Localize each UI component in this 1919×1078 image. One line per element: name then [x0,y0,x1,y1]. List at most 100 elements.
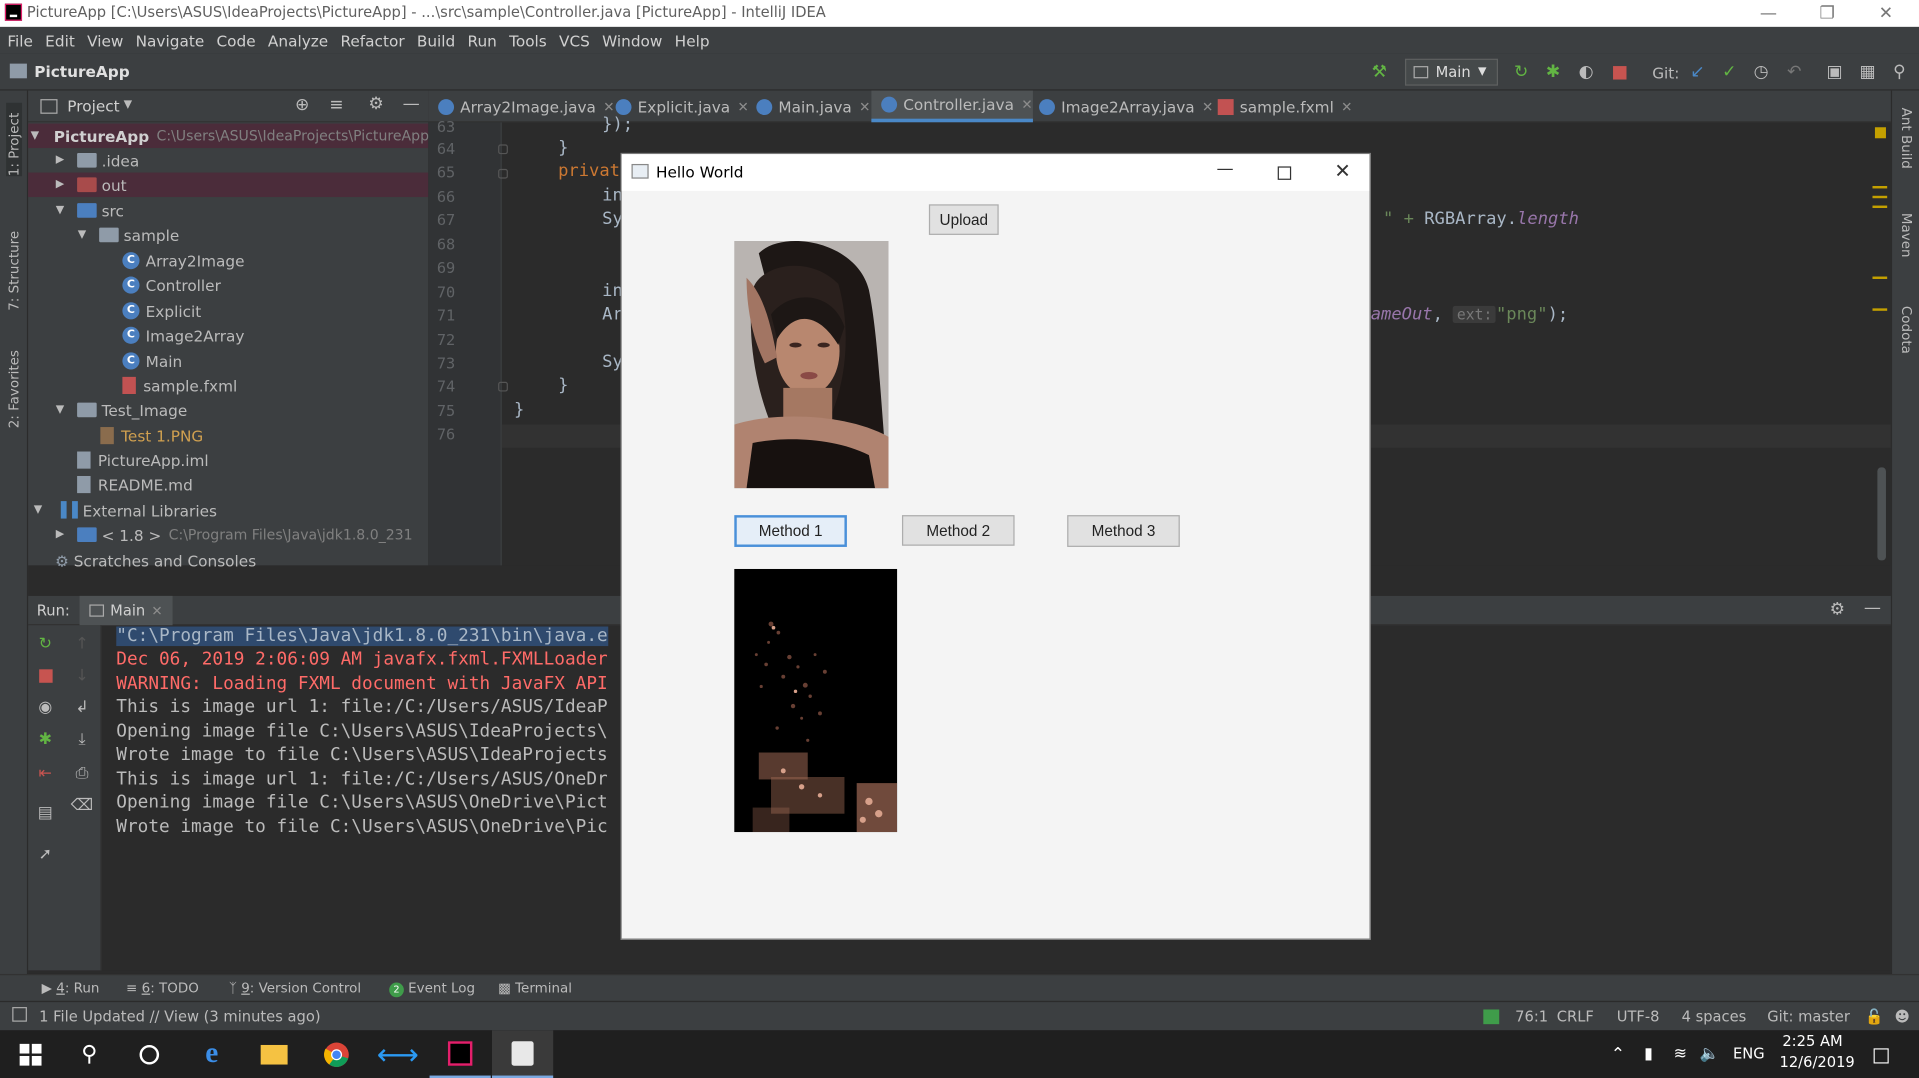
project-panel-title[interactable]: Project [67,97,119,115]
git-branch[interactable]: Git: master [1767,1008,1850,1025]
tool-tab-version-control[interactable]: ᛉ 9: Version Control [229,980,361,996]
up-arrow-icon[interactable]: ↑ [71,633,93,655]
fold-icon[interactable] [498,381,508,392]
chevron-down-icon[interactable]: ▼ [124,99,132,111]
close-icon[interactable]: ✕ [1324,159,1361,186]
favorites-tool-tab[interactable]: 2: Favorites [6,330,22,428]
fold-icon[interactable] [498,144,508,155]
project-structure-icon[interactable]: ▣ [1824,61,1846,83]
show-hidden-icons-icon[interactable]: ⌃ [1600,1030,1637,1078]
method-3-button[interactable]: Method 3 [1067,515,1180,547]
tool-tab-todo[interactable]: ≡ 6: TODO [126,980,199,996]
volume-icon[interactable]: 🔈 [1694,1030,1726,1078]
hide-panel-icon[interactable]: — [403,94,420,114]
locate-icon[interactable]: ⊕ [295,95,309,115]
close-tab-icon[interactable]: ✕ [151,603,162,619]
soft-wrap-icon[interactable]: ↲ [71,696,93,718]
chevron-right-icon[interactable]: ▶ [53,179,68,191]
print-icon[interactable]: ⎙ [71,762,93,784]
tree-item-sample[interactable]: ▼ sample [28,223,428,247]
chevron-right-icon[interactable]: ▶ [53,529,68,541]
intellij-icon[interactable] [429,1030,491,1078]
indent-setting[interactable]: 4 spaces [1682,1008,1747,1025]
method-1-button[interactable]: Method 1 [734,515,847,547]
tree-item-main[interactable]: C Main [28,349,428,373]
menu-analyze[interactable]: Analyze [268,31,328,49]
codota-tool-tab[interactable]: Codota [1898,306,1914,354]
menu-help[interactable]: Help [675,31,710,49]
restore-icon[interactable]: ❐ [1799,0,1855,27]
git-update-icon[interactable]: ↙ [1686,61,1708,83]
warning-marker[interactable] [1872,276,1888,279]
caret-position[interactable]: 76:1 [1515,1008,1548,1025]
chevron-down-icon[interactable]: ▼ [31,504,46,516]
wifi-icon[interactable]: ≋ [1664,1030,1696,1078]
file-encoding[interactable]: UTF-8 [1617,1008,1660,1025]
upload-button[interactable]: Upload [928,204,999,235]
structure-tool-tab[interactable]: 7: Structure [6,213,22,311]
menu-navigate[interactable]: Navigate [136,31,205,49]
notification-icon[interactable]: □ [1850,1030,1911,1078]
chevron-right-icon[interactable]: ▶ [53,154,68,166]
tab-main[interactable]: Main.java ✕ [747,91,870,123]
editor-scrollbar[interactable] [1877,467,1886,561]
debug-icon[interactable]: ✱ [34,728,56,750]
tree-item-external-libraries[interactable]: ▼ ▐▐ External Libraries [28,498,428,522]
terminal-status-icon[interactable] [1483,1009,1500,1025]
task-view-icon[interactable] [119,1030,180,1078]
inspector-icon[interactable]: ☻ [1895,1008,1910,1025]
search-icon[interactable]: ⚲ [59,1030,120,1078]
stop-icon[interactable] [34,664,56,686]
menu-vcs[interactable]: VCS [559,31,590,49]
stop-icon[interactable] [1608,61,1630,83]
project-tool-tab[interactable]: 1: Project [6,102,23,177]
tree-item-src[interactable]: ▼ src [28,198,428,222]
run-tab-main[interactable]: Main ✕ [79,595,173,626]
exit-icon[interactable]: ⇤ [34,762,56,784]
status-message[interactable]: 1 File Updated // View (3 minutes ago) [39,1008,320,1025]
menu-code[interactable]: Code [216,31,255,49]
maximize-icon[interactable] [1265,159,1302,186]
run-config-select[interactable]: Main ▼ [1404,58,1498,86]
tool-tab-terminal[interactable]: ▩ Terminal [498,980,572,996]
build-hammer-icon[interactable]: ⚒ [1368,61,1390,83]
chevron-down-icon[interactable]: ▼ [75,229,90,241]
menu-view[interactable]: View [87,31,123,49]
input-language[interactable]: ENG [1733,1045,1765,1062]
tree-item-image2array[interactable]: C Image2Array [28,323,428,347]
tree-item-test-image[interactable]: ▼ Test_Image [28,398,428,422]
tree-item-test-png[interactable]: Test 1.PNG [28,423,428,447]
clock[interactable]: 2:25 AM 12/6/2019 [1779,1033,1854,1071]
method-2-button[interactable]: Method 2 [901,515,1015,546]
edge-icon[interactable]: e [181,1030,242,1078]
menu-edit[interactable]: Edit [45,31,75,49]
chrome-icon[interactable] [306,1030,367,1078]
tree-item-idea[interactable]: ▶ .idea [28,148,428,172]
rollback-icon[interactable]: ↶ [1783,61,1805,83]
close-tab-icon[interactable]: ✕ [859,99,870,115]
rerun-icon[interactable]: ↻ [1510,61,1532,83]
tree-item-iml[interactable]: PictureApp.iml [28,448,428,472]
tool-windows-icon[interactable] [12,1007,27,1022]
rerun-icon[interactable]: ↻ [34,633,56,655]
trash-icon[interactable]: ⌫ [71,794,94,816]
windows-start-icon[interactable] [0,1030,61,1078]
tree-item-controller[interactable]: C Controller [28,273,428,297]
tab-sample-fxml[interactable]: sample.fxml ✕ [1208,91,1352,123]
tree-item-readme[interactable]: README.md [28,472,428,496]
git-commit-icon[interactable]: ✓ [1718,61,1740,83]
tree-item-jdk[interactable]: ▶ < 1.8 > C:\Program Files\Java\jdk1.8.0… [28,522,428,546]
breadcrumb-project[interactable]: PictureApp [34,62,129,80]
menu-file[interactable]: File [7,31,33,49]
presentation-icon[interactable]: ▦ [1857,61,1879,83]
close-tab-icon[interactable]: ✕ [1341,99,1352,115]
tree-item-pictureapp[interactable]: ▼ PictureApp C:\Users\ASUS\IdeaProjects\… [28,123,429,149]
tool-tab-event-log[interactable]: 2 Event Log [389,980,475,998]
chevron-down-icon[interactable]: ▼ [31,130,39,142]
pin-icon[interactable]: ➚ [34,843,56,865]
collapse-all-icon[interactable]: ≡ [329,95,343,115]
tab-image2array[interactable]: Image2Array.java ✕ [1029,91,1213,123]
maven-tool-tab[interactable]: Maven [1898,213,1914,258]
battery-icon[interactable]: ▮ [1633,1030,1665,1078]
gear-icon[interactable]: ⚙ [1830,600,1845,620]
